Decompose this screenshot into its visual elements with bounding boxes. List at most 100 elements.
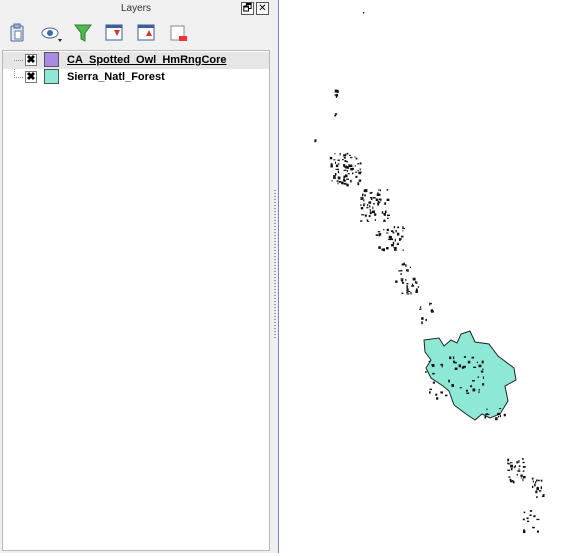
- owl-core-polygon[interactable]: [406, 291, 409, 293]
- owl-core-polygon[interactable]: [363, 204, 365, 207]
- owl-core-polygon[interactable]: [383, 229, 385, 231]
- owl-core-polygon[interactable]: [341, 181, 344, 185]
- owl-core-polygon[interactable]: [383, 212, 386, 216]
- owl-core-polygon[interactable]: [398, 270, 401, 272]
- owl-core-polygon[interactable]: [364, 214, 367, 217]
- owl-core-polygon[interactable]: [484, 416, 487, 419]
- owl-core-polygon[interactable]: [337, 182, 339, 185]
- owl-core-polygon[interactable]: [378, 246, 381, 249]
- owl-core-polygon[interactable]: [518, 465, 521, 467]
- owl-core-polygon[interactable]: [378, 233, 382, 236]
- map-canvas[interactable]: [278, 0, 570, 553]
- owl-core-polygon[interactable]: [509, 462, 513, 464]
- owl-core-polygon[interactable]: [402, 281, 405, 284]
- owl-core-polygon[interactable]: [531, 477, 534, 480]
- owl-core-polygon[interactable]: [400, 269, 403, 272]
- owl-core-polygon[interactable]: [338, 181, 341, 183]
- owl-core-polygon[interactable]: [536, 479, 538, 482]
- owl-core-polygon[interactable]: [410, 292, 412, 295]
- owl-core-polygon[interactable]: [482, 368, 484, 370]
- owl-core-polygon[interactable]: [382, 248, 385, 252]
- owl-core-polygon[interactable]: [454, 367, 458, 370]
- owl-core-polygon[interactable]: [516, 461, 519, 464]
- owl-core-polygon[interactable]: [355, 171, 358, 173]
- owl-core-polygon[interactable]: [521, 458, 524, 460]
- owl-core-polygon[interactable]: [360, 207, 364, 210]
- owl-core-polygon[interactable]: [429, 391, 431, 394]
- owl-core-polygon[interactable]: [331, 180, 333, 182]
- owl-core-polygon[interactable]: [466, 392, 470, 395]
- owl-core-polygon[interactable]: [472, 380, 475, 382]
- owl-core-polygon[interactable]: [346, 178, 349, 180]
- owl-core-polygon[interactable]: [375, 198, 379, 202]
- owl-core-polygon[interactable]: [415, 290, 418, 293]
- owl-core-polygon[interactable]: [369, 205, 371, 208]
- owl-core-polygon[interactable]: [534, 483, 536, 487]
- owl-core-polygon[interactable]: [372, 211, 375, 213]
- owl-core-polygon[interactable]: [518, 460, 520, 463]
- owl-core-polygon[interactable]: [495, 417, 498, 421]
- owl-core-polygon[interactable]: [370, 197, 372, 199]
- owl-core-polygon[interactable]: [406, 283, 409, 285]
- owl-core-polygon[interactable]: [451, 384, 454, 387]
- owl-core-polygon[interactable]: [532, 480, 534, 483]
- owl-core-polygon[interactable]: [348, 164, 350, 166]
- owl-core-polygon[interactable]: [368, 201, 372, 204]
- owl-core-polygon[interactable]: [523, 530, 526, 534]
- owl-core-polygon[interactable]: [355, 157, 358, 160]
- owl-core-polygon[interactable]: [401, 292, 404, 295]
- owl-core-polygon[interactable]: [428, 360, 430, 362]
- owl-core-polygon[interactable]: [387, 217, 389, 219]
- owl-core-polygon[interactable]: [466, 389, 468, 392]
- owl-core-polygon[interactable]: [400, 278, 404, 280]
- owl-core-polygon[interactable]: [542, 494, 545, 496]
- layer-row-spotted-owl[interactable]: ✖ CA_Spotted_Owl_HmRngCore: [3, 52, 269, 69]
- owl-core-polygon[interactable]: [335, 164, 339, 168]
- owl-core-polygon[interactable]: [335, 161, 337, 164]
- owl-core-polygon[interactable]: [399, 238, 402, 240]
- layer-name[interactable]: Sierra_Natl_Forest: [67, 71, 165, 83]
- owl-core-polygon[interactable]: [459, 387, 462, 389]
- owl-core-polygon[interactable]: [498, 415, 500, 418]
- owl-core-polygon[interactable]: [532, 485, 534, 488]
- owl-core-polygon[interactable]: [538, 479, 540, 482]
- owl-core-polygon[interactable]: [433, 382, 435, 384]
- owl-core-polygon[interactable]: [406, 285, 408, 289]
- owl-core-polygon[interactable]: [407, 269, 409, 272]
- owl-core-polygon[interactable]: [510, 468, 513, 471]
- owl-core-polygon[interactable]: [361, 197, 364, 200]
- owl-core-polygon[interactable]: [373, 203, 375, 205]
- owl-core-polygon[interactable]: [388, 238, 391, 241]
- owl-core-polygon[interactable]: [421, 321, 423, 325]
- owl-core-polygon[interactable]: [334, 94, 338, 96]
- owl-core-polygon[interactable]: [330, 163, 333, 167]
- owl-core-polygon[interactable]: [429, 302, 431, 306]
- owl-core-polygon[interactable]: [394, 248, 396, 251]
- owl-core-polygon[interactable]: [503, 413, 506, 417]
- owl-core-polygon[interactable]: [497, 412, 500, 415]
- layer-symbol-swatch[interactable]: [44, 52, 59, 67]
- owl-core-polygon[interactable]: [535, 481, 537, 484]
- owl-core-polygon[interactable]: [522, 478, 524, 482]
- owl-core-polygon[interactable]: [374, 219, 376, 221]
- owl-core-polygon[interactable]: [343, 175, 346, 179]
- owl-core-polygon[interactable]: [409, 266, 411, 268]
- expand-all-button[interactable]: [104, 22, 126, 44]
- owl-core-polygon[interactable]: [473, 366, 477, 368]
- owl-core-polygon[interactable]: [357, 163, 359, 165]
- owl-core-polygon[interactable]: [405, 279, 407, 281]
- owl-core-polygon[interactable]: [517, 470, 521, 472]
- owl-core-polygon[interactable]: [390, 238, 394, 241]
- owl-core-polygon[interactable]: [400, 279, 404, 282]
- layer-row-sierra-forest[interactable]: ✖ Sierra_Natl_Forest: [3, 69, 269, 86]
- owl-core-polygon[interactable]: [375, 234, 378, 236]
- owl-core-polygon[interactable]: [350, 156, 353, 159]
- owl-core-polygon[interactable]: [334, 89, 338, 93]
- owl-core-polygon[interactable]: [477, 376, 480, 378]
- owl-core-polygon[interactable]: [508, 476, 511, 478]
- owl-core-polygon[interactable]: [445, 394, 448, 397]
- owl-core-polygon[interactable]: [436, 397, 439, 400]
- owl-core-polygon[interactable]: [333, 159, 336, 161]
- owl-core-polygon[interactable]: [395, 229, 397, 233]
- owl-core-polygon[interactable]: [337, 170, 340, 174]
